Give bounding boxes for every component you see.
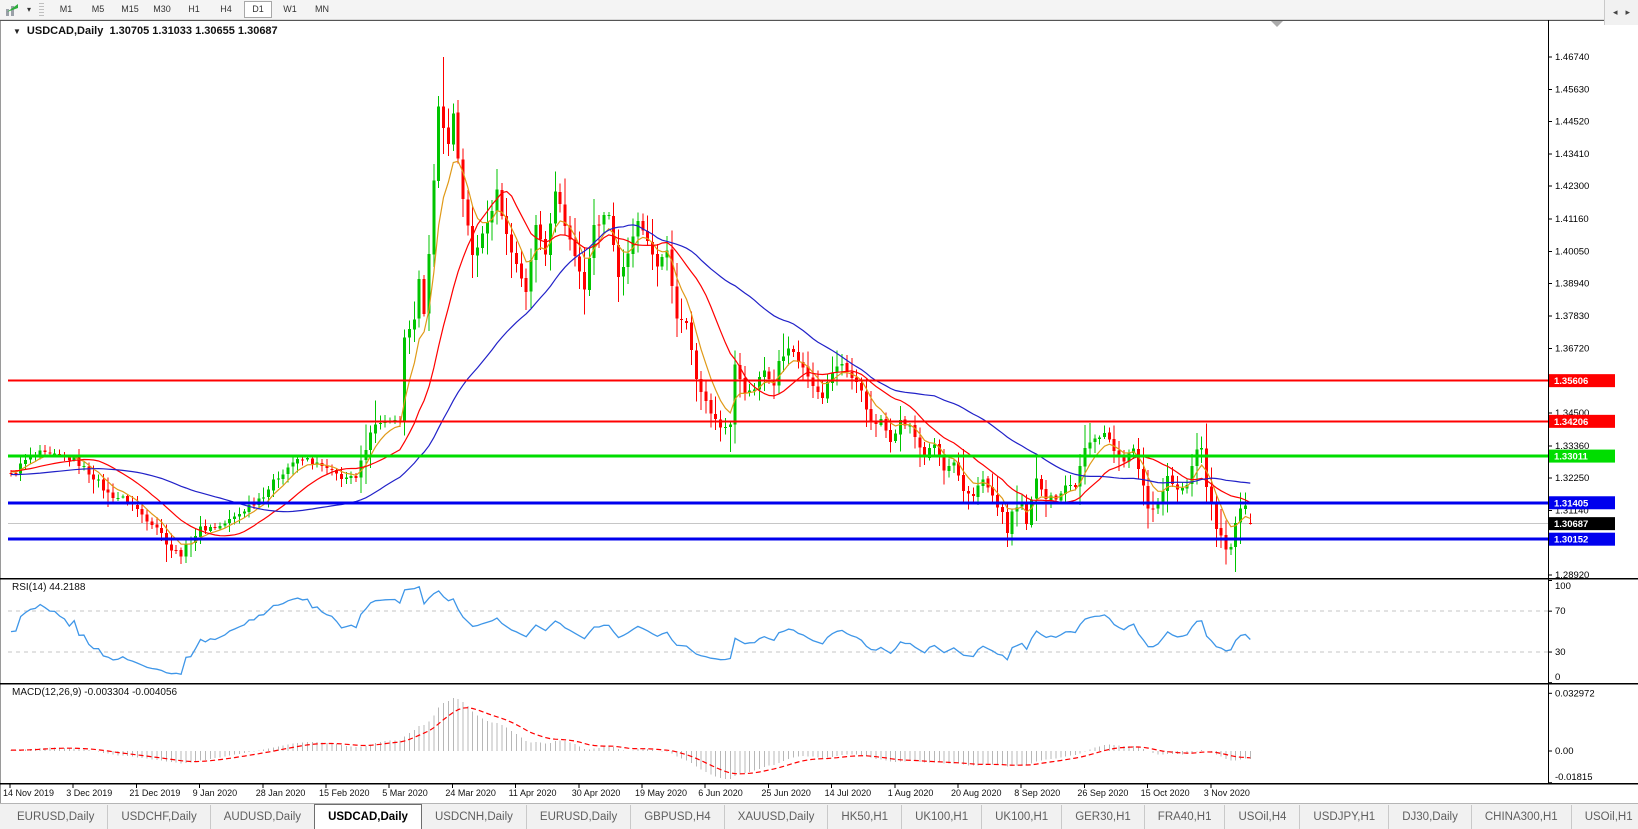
tab-scroll-right-icon[interactable]: ▸ [1621, 7, 1634, 18]
timeframe-button-m1[interactable]: M1 [52, 1, 80, 18]
chart-tab-eurusd-daily[interactable]: EURUSD,Daily [525, 805, 630, 829]
chevron-down-icon[interactable]: ▾ [23, 5, 35, 14]
date-tick-label: 19 May 2020 [635, 788, 688, 798]
chart-ohlc-values: 1.30705 1.31033 1.30655 1.30687 [109, 25, 278, 37]
date-tick-label: 5 Mar 2020 [382, 788, 428, 798]
timeframe-toolbar: ▾ M1 M5 M15 M30 H1 H4 D1 W1 MN [0, 0, 1638, 20]
chart-symbol-label: USDCAD,Daily [26, 25, 104, 37]
chart-tab-usoil-h4[interactable]: USOil,H4 [1224, 805, 1299, 829]
chart-tab-hk50-h1[interactable]: HK50,H1 [827, 805, 901, 829]
chart-tab-uk100-h1[interactable]: UK100,H1 [981, 805, 1061, 829]
one-click-trading-icon[interactable]: ▼ [13, 27, 21, 36]
chart-tab-xauusd-daily[interactable]: XAUUSD,Daily [723, 805, 828, 829]
date-tick-label: 20 Aug 2020 [951, 788, 1002, 798]
date-tick-label: 15 Oct 2020 [1140, 788, 1190, 798]
timeframe-button-m5[interactable]: M5 [84, 1, 112, 18]
chart-title: ▼ USDCAD,Daily 1.30705 1.31033 1.30655 1.… [13, 25, 278, 37]
chart-window [0, 19, 1638, 803]
date-tick-label: 24 Mar 2020 [445, 788, 496, 798]
date-tick-label: 30 Apr 2020 [571, 788, 621, 798]
date-tick-label: 3 Nov 2020 [1203, 788, 1250, 798]
macd-values: -0.003304 -0.004056 [84, 687, 178, 698]
toolbar-grip[interactable] [39, 3, 44, 16]
date-tick-label: 9 Jan 2020 [192, 788, 238, 798]
rsi-value: 44.2188 [49, 582, 86, 593]
tab-scroll-left-icon[interactable]: ◂ [1609, 7, 1622, 18]
date-tick-label: 25 Jun 2020 [761, 788, 811, 798]
date-tick-label: 1 Aug 2020 [887, 788, 934, 798]
rsi-indicator-label: RSI(14) 44.2188 [12, 582, 85, 593]
timeframe-button-m30[interactable]: M30 [148, 1, 176, 18]
chart-tab-fra40-h1[interactable]: FRA40,H1 [1143, 805, 1225, 829]
chart-tab-eurusd-daily[interactable]: EURUSD,Daily [4, 805, 107, 829]
chart-tab-usdjpy-h1[interactable]: USDJPY,H1 [1299, 805, 1388, 829]
tab-scroll-buttons: ◂ ▸ [1603, 0, 1638, 25]
date-tick-label: 26 Sep 2020 [1077, 788, 1129, 798]
date-tick-label: 14 Nov 2019 [3, 788, 55, 798]
timeframe-button-d1[interactable]: D1 [244, 1, 272, 18]
timeframe-buttons: M1 M5 M15 M30 H1 H4 D1 W1 MN [50, 1, 338, 18]
chart-tab-usdcnh-daily[interactable]: USDCNH,Daily [422, 805, 526, 829]
chart-tab-ger30-h1[interactable]: GER30,H1 [1061, 805, 1144, 829]
date-tick-label: 21 Dec 2019 [129, 788, 181, 798]
timeframe-button-mn[interactable]: MN [308, 1, 336, 18]
macd-indicator-label: MACD(12,26,9) -0.003304 -0.004056 [12, 687, 177, 698]
date-tick-label: 15 Feb 2020 [319, 788, 370, 798]
date-tick-label: 11 Apr 2020 [508, 788, 557, 798]
date-axis[interactable]: 14 Nov 2019 3 Dec 2019 21 Dec 2019 9 Jan 20… [0, 785, 1638, 803]
chart-tab-dj30-daily[interactable]: DJ30,Daily [1388, 805, 1471, 829]
chart-tab-uk100-h1[interactable]: UK100,H1 [901, 805, 981, 829]
chart-tab-gbpusd-h4[interactable]: GBPUSD,H4 [630, 805, 723, 829]
chart-tab-usdcad-daily[interactable]: USDCAD,Daily [314, 804, 422, 829]
timeframe-button-w1[interactable]: W1 [276, 1, 304, 18]
date-tick-label: 8 Sep 2020 [1014, 788, 1061, 798]
date-tick-label: 28 Jan 2020 [255, 788, 306, 798]
date-tick-label: 14 Jul 2020 [824, 788, 872, 798]
timeframe-button-h4[interactable]: H4 [212, 1, 240, 18]
chart-tab-bar: EURUSD,Daily USDCHF,Daily AUDUSD,Daily USDC… [0, 803, 1638, 829]
mt-terminal: { "toolbar": { "timeframes": ["M1","M5",… [0, 0, 1638, 829]
chart-tab-china300-h1[interactable]: CHINA300,H1 [1470, 805, 1571, 829]
date-tick-label: 3 Dec 2019 [66, 788, 113, 798]
chart-tab-audusd-daily[interactable]: AUDUSD,Daily [209, 805, 314, 829]
macd-name: MACD(12,26,9) [12, 687, 82, 698]
timeframe-button-m15[interactable]: M15 [116, 1, 144, 18]
chart-icon[interactable] [3, 2, 23, 18]
date-tick-label: 6 Jun 2020 [698, 788, 743, 798]
timeframe-button-h1[interactable]: H1 [180, 1, 208, 18]
chart-tab-usoil-h1[interactable]: USOil,H1 [1570, 805, 1638, 829]
rsi-name: RSI(14) [12, 582, 47, 593]
chart-tab-usdchf-daily[interactable]: USDCHF,Daily [107, 805, 209, 829]
